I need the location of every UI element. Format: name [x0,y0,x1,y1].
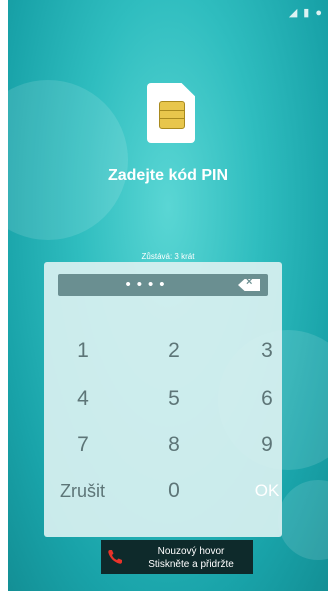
backspace-icon[interactable]: × [238,279,260,291]
background-bubble [8,80,128,240]
key-0[interactable]: 0 [144,474,204,508]
emergency-call-button[interactable]: Nouzový hovor Stiskněte a přidržte [101,540,253,574]
keypad-panel: •••• × 1 2 3 4 5 6 7 8 9 Zrušit 0 OK [44,262,282,537]
phone-icon [108,550,122,564]
signal-icon: ◢ [288,7,298,19]
ok-button[interactable]: OK [237,474,297,508]
sim-card-icon [147,83,195,143]
key-7[interactable]: 7 [53,428,113,462]
key-6[interactable]: 6 [237,382,297,416]
status-bar: ◢ ▮ ● [288,6,322,20]
key-9[interactable]: 9 [237,428,297,462]
cancel-button[interactable]: Zrušit [45,474,120,508]
key-3[interactable]: 3 [237,334,297,368]
key-1[interactable]: 1 [53,334,113,368]
emergency-text: Nouzový hovor Stiskněte a přidržte [131,545,251,571]
key-4[interactable]: 4 [53,382,113,416]
battery-icon: ▮ [303,7,310,19]
pin-field[interactable]: •••• × [58,274,268,296]
account-icon: ● [315,6,322,19]
key-2[interactable]: 2 [144,334,204,368]
emergency-hint: Stiskněte a přidržte [148,559,234,570]
key-5[interactable]: 5 [144,382,204,416]
page-title: Zadejte kód PIN [107,167,229,184]
pin-dots: •••• [125,276,171,293]
emergency-call-label: Nouzový hovor [157,546,225,557]
key-8[interactable]: 8 [144,428,204,462]
remaining-attempts: Zůstává: 3 krát [141,252,195,261]
